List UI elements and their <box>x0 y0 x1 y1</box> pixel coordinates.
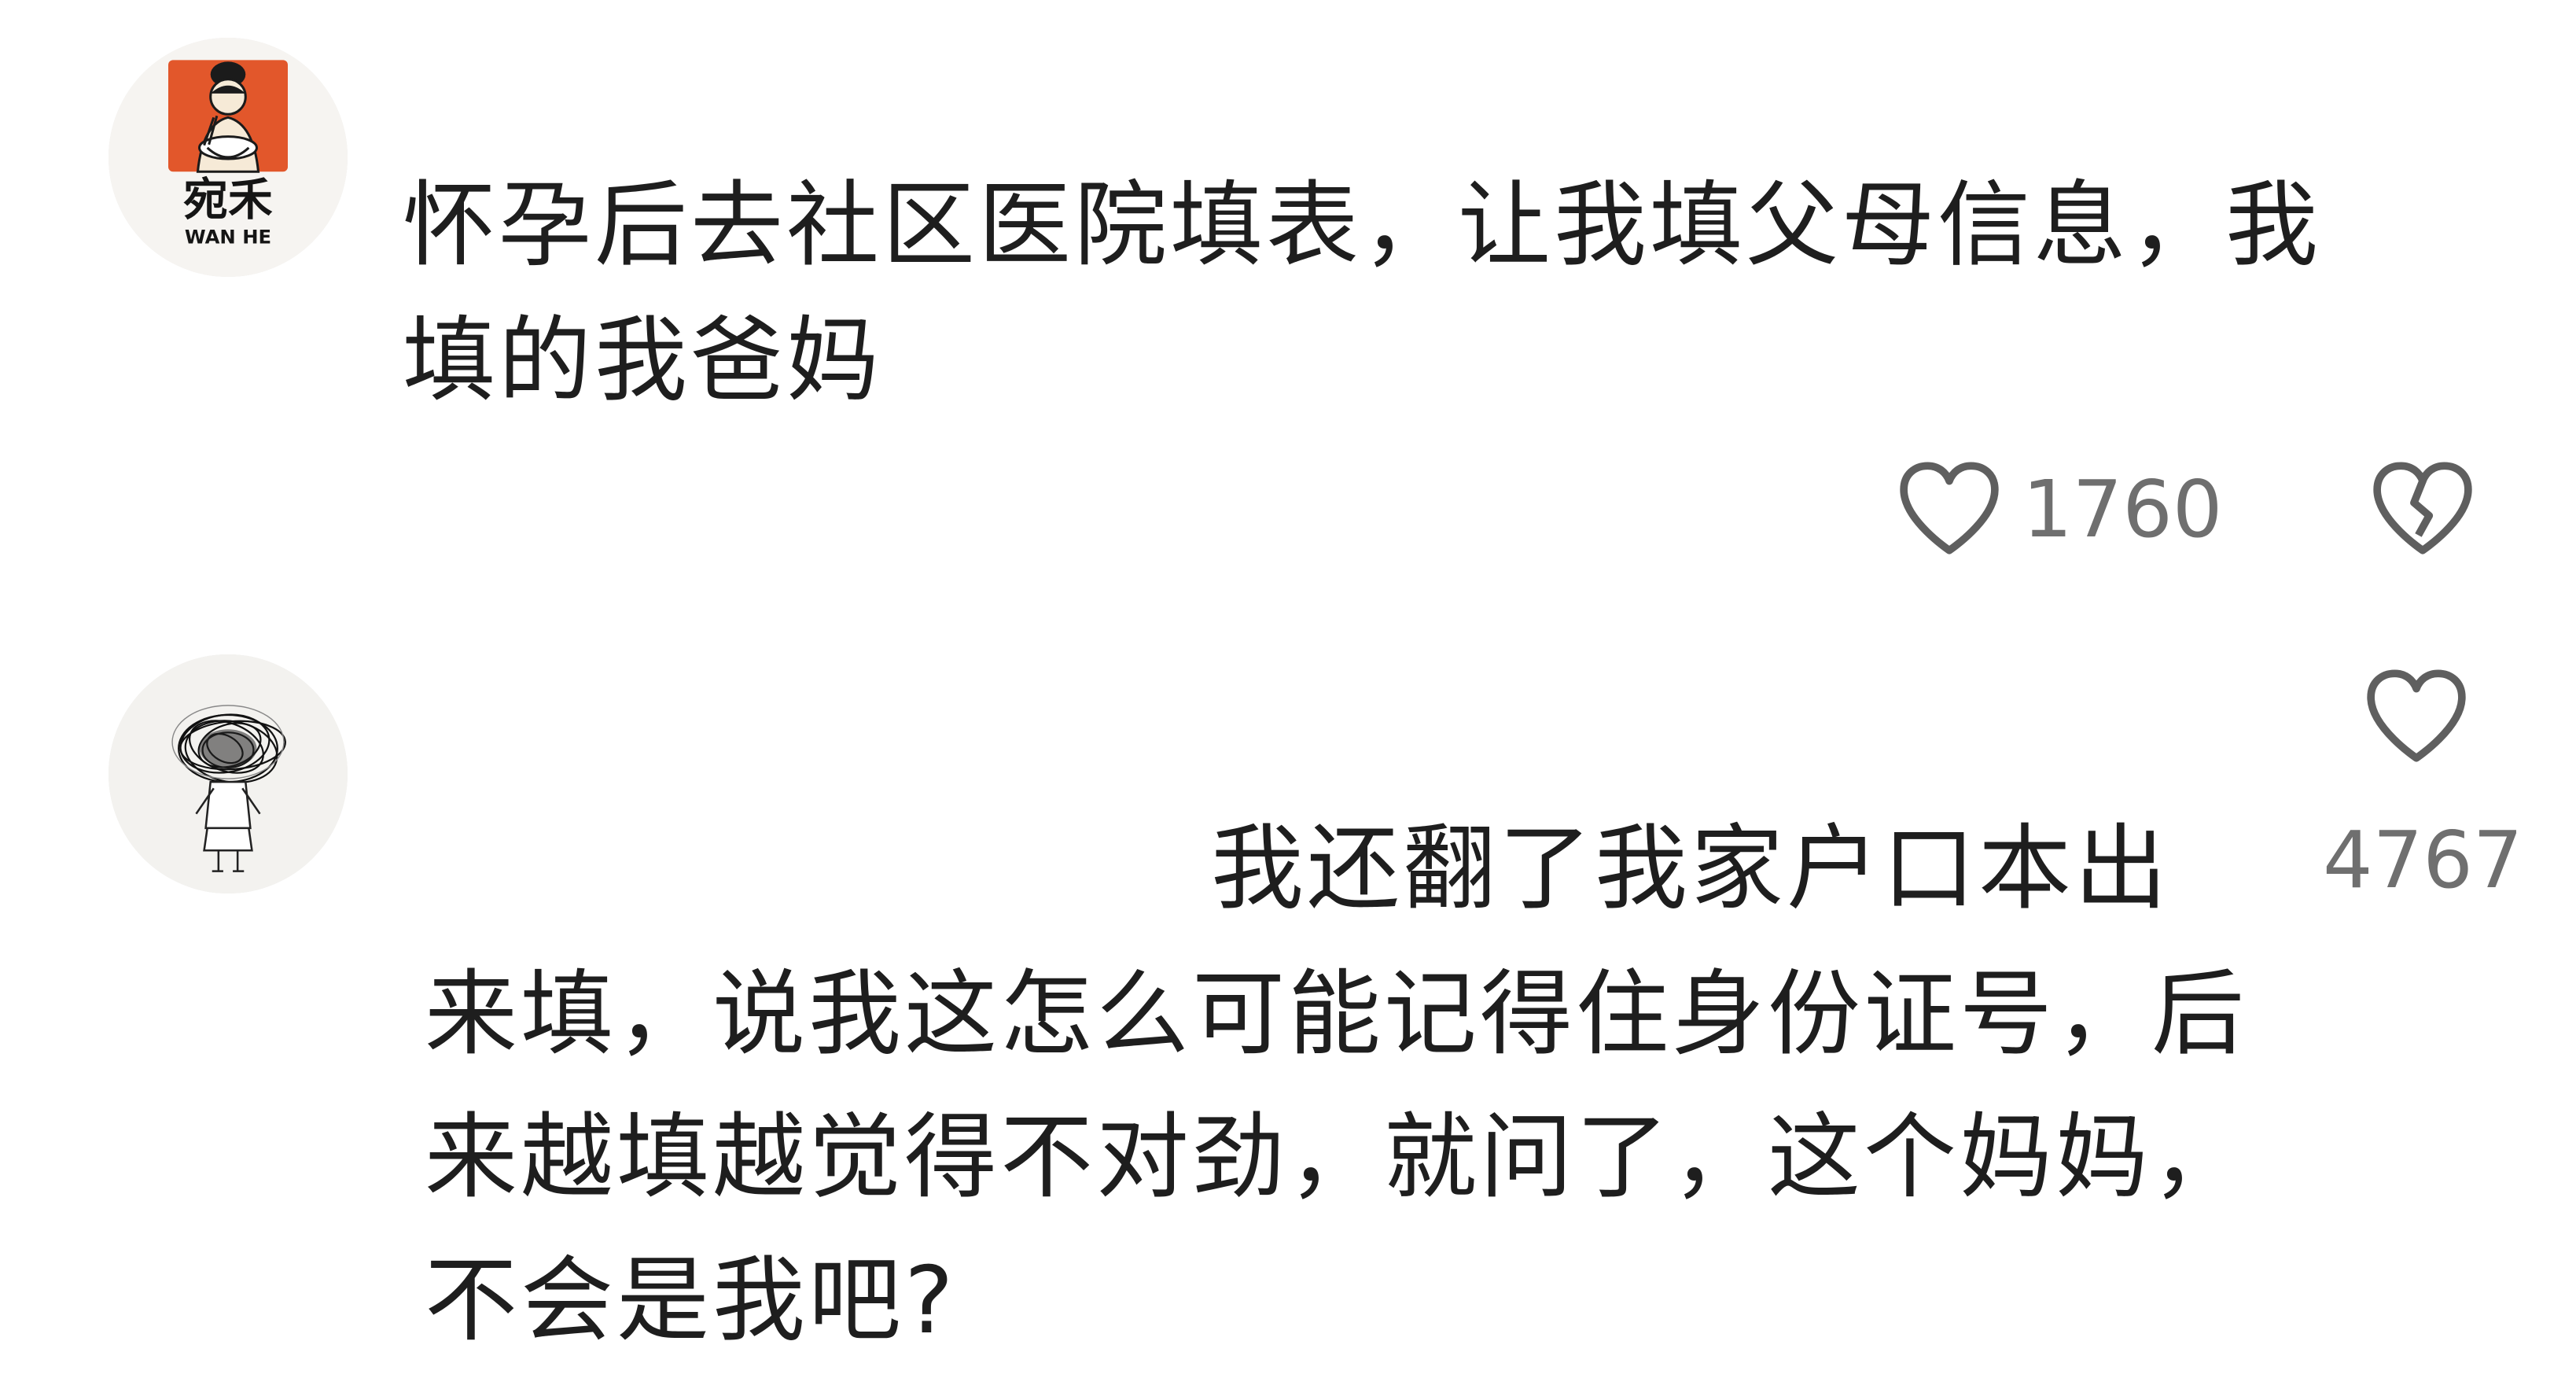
like-icon-2[interactable] <box>2362 667 2471 765</box>
scribble-figure-icon <box>109 654 348 893</box>
comment-text-2-first-line: 我还翻了我家户口本出 <box>1211 814 2171 923</box>
comment-text-1: 怀孕后去社区医院填表，让我填父母信息，我 填的我爸妈 <box>403 171 2322 414</box>
wanhe-logo-icon: 宛禾 WAN HE <box>109 38 348 277</box>
like-count-2: 4767 <box>2323 814 2523 906</box>
wanhe-logo-text: 宛禾 <box>183 174 273 226</box>
wanhe-logo-subtext: WAN HE <box>185 225 271 248</box>
broken-heart-icon[interactable] <box>2368 459 2477 557</box>
like-icon[interactable] <box>1895 459 2004 557</box>
avatar-scribble[interactable] <box>109 654 348 893</box>
like-count-1: 1760 <box>2022 463 2223 555</box>
avatar-wanhe[interactable]: 宛禾 WAN HE <box>109 38 348 277</box>
comment-text-2-rest: 来填，说我这怎么可能记得住身份证号，后 来越填越觉得不对劲，就问了，这个妈妈， … <box>425 960 2248 1354</box>
